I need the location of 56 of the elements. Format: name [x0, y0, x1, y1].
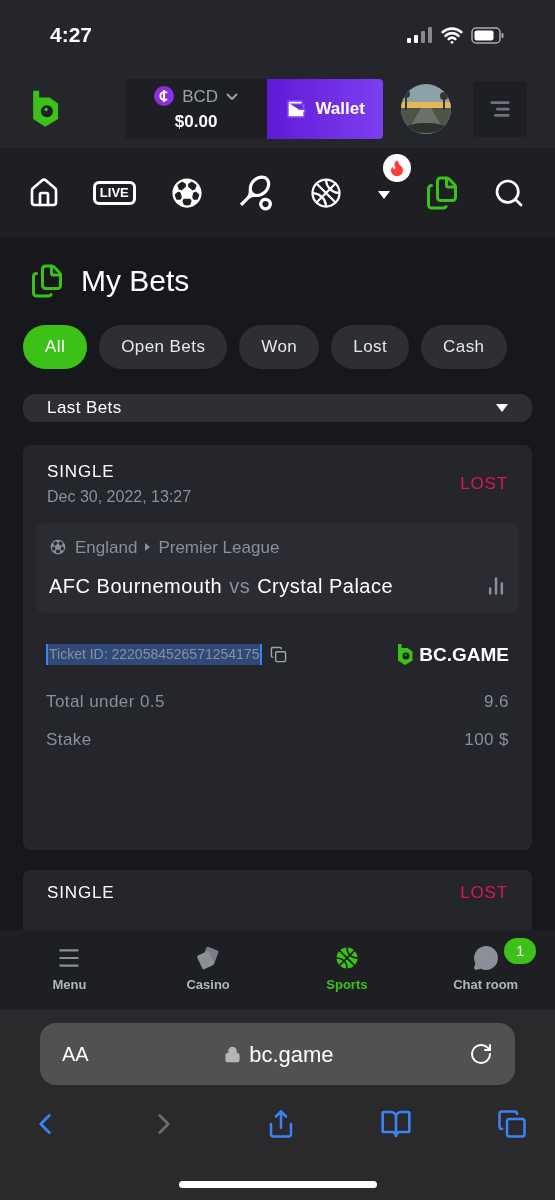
bet-type: SINGLE	[47, 882, 115, 904]
chevron-down-icon	[226, 92, 239, 100]
fire-badge	[383, 154, 412, 182]
period-select[interactable]: Last Bets	[23, 394, 532, 422]
coin-icon	[154, 86, 175, 107]
stats-icon	[486, 575, 506, 596]
bet-detail-value: 100 $	[464, 728, 509, 751]
versus-label: vs	[229, 573, 251, 599]
bet-detail-value: 9.6	[484, 691, 509, 713]
menu-icon	[489, 98, 512, 120]
bet-slip-icon	[29, 262, 65, 299]
menu-button[interactable]	[473, 81, 527, 137]
lock-icon	[224, 1045, 242, 1063]
away-team: Crystal Palace	[257, 573, 394, 599]
bottom-nav-item[interactable]: Sports	[277, 930, 417, 1010]
status-time: 4:27	[50, 22, 93, 49]
url-text: bc.game	[249, 1040, 334, 1069]
balance-display[interactable]: BCD $0.00	[125, 79, 267, 139]
currency-label: BCD	[182, 85, 219, 108]
chat-icon	[472, 945, 499, 972]
bottom-nav-item[interactable]: Chat room 1	[416, 930, 555, 1010]
bet-result: LOST	[460, 882, 508, 904]
bet-detail-label: Stake	[46, 728, 92, 751]
home-team: AFC Bournemouth	[49, 573, 223, 599]
signal-icon	[407, 27, 433, 43]
filter-tab[interactable]: Cash	[421, 325, 507, 369]
match-league: Premier League	[158, 536, 280, 559]
brand-name: BC.GAME	[419, 642, 509, 667]
bottom-nav-item[interactable]: Casino	[138, 930, 278, 1010]
match-country: England	[75, 536, 138, 559]
home-icon[interactable]	[28, 177, 60, 209]
brand-logo-icon	[395, 643, 416, 667]
balance-amount: $0.00	[174, 111, 218, 133]
bet-type: SINGLE	[47, 461, 116, 483]
bet-detail-label: Total under 0.5	[46, 691, 165, 713]
filter-tab[interactable]: Lost	[331, 325, 410, 369]
filter-tab[interactable]: Open Bets	[99, 325, 228, 369]
wallet-button[interactable]: Wallet	[266, 79, 384, 139]
tabs-icon[interactable]	[497, 1109, 527, 1139]
bottom-nav-item[interactable]: Menu	[0, 930, 139, 1010]
caret-icon	[496, 404, 508, 412]
filter-tab[interactable]: Won	[239, 325, 320, 369]
wallet-icon	[285, 98, 308, 120]
live-tab[interactable]: LIVE	[92, 181, 136, 205]
copy-icon[interactable]	[270, 646, 288, 664]
text-size-button[interactable]: AA	[62, 1039, 89, 1069]
chevron-right-icon	[145, 543, 151, 552]
bookmarks-icon[interactable]	[380, 1108, 413, 1140]
address-bar[interactable]: AA bc.game	[40, 1023, 515, 1085]
page-title: My Bets	[81, 263, 190, 299]
reload-icon[interactable]	[469, 1042, 493, 1066]
battery-icon	[471, 26, 505, 44]
bet-result: LOST	[460, 473, 508, 495]
bet-date: Dec 30, 2022, 13:27	[47, 486, 192, 507]
notification-badge: 1	[504, 938, 537, 964]
wifi-icon	[441, 24, 463, 46]
